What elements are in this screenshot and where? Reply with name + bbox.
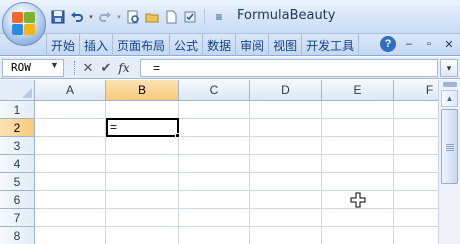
customize-qat-icon[interactable]: ≡ (211, 9, 227, 25)
cancel-icon[interactable]: ✕ (80, 60, 96, 76)
column-header-c[interactable]: C (179, 80, 250, 101)
name-box-dropdown-icon[interactable]: ▼ (50, 60, 59, 70)
active-cell-b2[interactable]: = (106, 118, 179, 137)
column-header-b[interactable]: B (106, 80, 179, 101)
insert-function-icon[interactable]: fx (116, 60, 132, 76)
thumb-grip (446, 146, 454, 147)
window-title: FormulaBeauty (237, 8, 336, 23)
formula-buttons: ✕ ✔ fx (72, 60, 132, 76)
grid-row-line (35, 118, 438, 119)
column-header-e[interactable]: E (322, 80, 394, 101)
expand-formula-bar-icon[interactable]: ▾ (440, 59, 458, 77)
thumb-grip (446, 144, 454, 145)
scroll-up-icon[interactable]: ▲ (441, 90, 458, 107)
restore-icon[interactable]: ▫ (422, 36, 436, 52)
ribbon-tabs: 开始 插入 页面布局 公式 数据 审阅 视图 开发工具 (46, 34, 360, 56)
column-header-f[interactable]: F (394, 80, 438, 101)
print-preview-icon[interactable] (125, 9, 141, 25)
thumb-grip (446, 150, 454, 151)
tab-insert[interactable]: 插入 (80, 34, 114, 56)
quick-access-toolbar: ▾ ▾ ≡ (50, 7, 227, 27)
formula-bar: ROW ✕ ✔ fx = ▾ (0, 57, 460, 79)
row-header-7[interactable]: 7 (0, 209, 35, 227)
formula-input[interactable]: = (140, 59, 438, 77)
tab-review[interactable]: 审阅 (236, 34, 270, 56)
office-button[interactable] (2, 2, 46, 46)
grid-row-line (35, 208, 438, 209)
thumb-grip (446, 148, 454, 149)
undo-dropdown-icon[interactable]: ▾ (88, 9, 94, 25)
minimize-icon[interactable]: – (402, 36, 416, 52)
select-all-button[interactable] (0, 80, 35, 101)
title-bar: ▾ ▾ ≡ FormulaBeauty (0, 0, 460, 46)
row-header-6[interactable]: 6 (0, 191, 35, 209)
row-header-5[interactable]: 5 (0, 173, 35, 191)
row-header-1[interactable]: 1 (0, 101, 35, 119)
row-header-2[interactable]: 2 (0, 119, 35, 137)
undo-icon[interactable] (69, 9, 85, 25)
tab-developer[interactable]: 开发工具 (302, 34, 360, 56)
redo-icon[interactable] (97, 9, 113, 25)
new-document-icon[interactable] (163, 9, 179, 25)
fill-handle[interactable] (175, 133, 180, 138)
tab-page-layout[interactable]: 页面布局 (113, 34, 171, 56)
grid-row-line (35, 154, 438, 155)
save-icon[interactable] (50, 9, 66, 25)
window-controls: ? – ▫ ✕ (380, 36, 456, 52)
row-header-3[interactable]: 3 (0, 137, 35, 155)
tab-data[interactable]: 数据 (203, 34, 237, 56)
tab-view[interactable]: 视图 (269, 34, 303, 56)
tab-formulas[interactable]: 公式 (170, 34, 204, 56)
spell-check-icon[interactable] (182, 9, 198, 25)
tab-home[interactable]: 开始 (46, 34, 81, 56)
help-button[interactable]: ? (380, 36, 396, 52)
redo-dropdown-icon[interactable]: ▾ (116, 9, 122, 25)
worksheet-grid[interactable]: A B C D E F 1 2 3 4 5 6 7 8 = (0, 80, 438, 244)
grid-row-line (35, 172, 438, 173)
formula-bar-separator (74, 61, 76, 75)
vertical-scrollbar[interactable]: ▲ (438, 80, 460, 244)
scroll-thumb[interactable] (441, 109, 458, 184)
ribbon-tab-bar: 开始 插入 页面布局 公式 数据 审阅 视图 开发工具 ? – ▫ ✕ (0, 34, 460, 56)
split-box[interactable] (443, 82, 457, 87)
column-header-d[interactable]: D (250, 80, 322, 101)
grid-row-line (35, 136, 438, 137)
office-logo-icon (12, 12, 36, 36)
row-header-4[interactable]: 4 (0, 155, 35, 173)
open-folder-icon[interactable] (144, 9, 160, 25)
row-header-8[interactable]: 8 (0, 227, 35, 244)
close-icon[interactable]: ✕ (442, 36, 456, 52)
column-header-a[interactable]: A (35, 80, 106, 101)
qat-separator (204, 9, 205, 25)
grid-row-line (35, 226, 438, 227)
cell-select-cursor-icon (350, 192, 366, 208)
grid-row-line (35, 190, 438, 191)
enter-icon[interactable]: ✔ (98, 60, 114, 76)
